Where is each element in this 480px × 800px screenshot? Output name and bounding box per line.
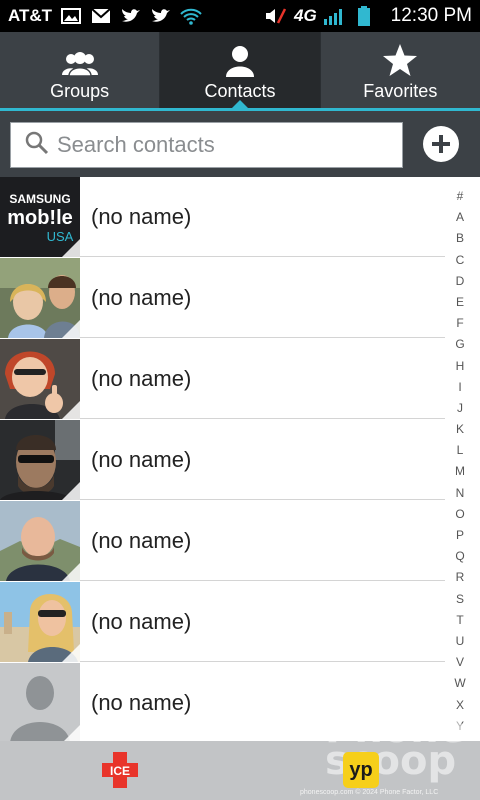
- search-field[interactable]: [10, 122, 403, 168]
- carrier-label: AT&T: [8, 6, 53, 25]
- avatar-corner: [62, 724, 80, 743]
- status-bar: AT&T 4G 12:30 PM: [0, 0, 480, 32]
- index-letter[interactable]: A: [448, 207, 472, 228]
- watermark-footer: phonescoop.com © 2024 Phone Factor, LLC: [300, 789, 439, 796]
- gallery-icon: [60, 7, 82, 25]
- contact-row[interactable]: (no name): [0, 581, 445, 662]
- index-letter[interactable]: W: [448, 673, 472, 694]
- star-icon: [382, 39, 418, 77]
- contact-row[interactable]: (no name): [0, 338, 445, 419]
- alphabet-index[interactable]: # A B C D E F G H I J K L M N O P Q R S …: [448, 186, 472, 737]
- search-icon: [25, 131, 49, 160]
- contact-list: SAMSUNG mob!le USA (no name) (no name) (…: [0, 176, 480, 743]
- yellow-pages-button[interactable]: yp: [343, 752, 379, 788]
- avatar-corner: [62, 562, 80, 581]
- ice-label: ICE: [110, 764, 130, 778]
- index-letter[interactable]: F: [448, 313, 472, 334]
- contact-name: (no name): [91, 608, 192, 634]
- contact-name: (no name): [91, 203, 192, 229]
- clock: 12:30 PM: [390, 5, 472, 26]
- yp-label: yp: [349, 758, 373, 781]
- signal-icon: [323, 7, 345, 25]
- index-letter[interactable]: O: [448, 504, 472, 525]
- index-letter[interactable]: I: [448, 377, 472, 398]
- index-letter[interactable]: H: [448, 356, 472, 377]
- index-letter[interactable]: #: [448, 186, 472, 207]
- index-letter[interactable]: T: [448, 610, 472, 631]
- tab-bar: Groups Contacts Favorites: [0, 32, 480, 109]
- contact-name: (no name): [91, 527, 192, 553]
- avatar: [0, 419, 80, 500]
- twitter-icon: [120, 7, 142, 25]
- contact-name: (no name): [91, 689, 192, 715]
- twitter-icon: [150, 7, 172, 25]
- tab-groups-label: Groups: [50, 80, 110, 101]
- tab-favorites-label: Favorites: [363, 80, 438, 101]
- index-letter[interactable]: R: [448, 567, 472, 588]
- index-letter[interactable]: V: [448, 652, 472, 673]
- index-letter[interactable]: U: [448, 631, 472, 652]
- index-letter[interactable]: B: [448, 228, 472, 249]
- index-letter[interactable]: K: [448, 419, 472, 440]
- index-letter[interactable]: L: [448, 440, 472, 461]
- avatar: [0, 662, 80, 743]
- avatar: [0, 500, 80, 581]
- avatar: [0, 257, 80, 338]
- ice-cross-icon: ICE: [102, 752, 138, 788]
- plus-icon: [432, 135, 450, 153]
- contact-name: (no name): [91, 446, 192, 472]
- index-letter[interactable]: E: [448, 292, 472, 313]
- gmail-icon: [90, 7, 112, 25]
- network-type-label: 4G: [293, 6, 317, 25]
- contact-name: (no name): [91, 365, 192, 391]
- index-letter[interactable]: D: [448, 271, 472, 292]
- contact-row[interactable]: (no name): [0, 500, 445, 581]
- search-input[interactable]: [57, 132, 357, 158]
- tab-contacts[interactable]: Contacts: [160, 32, 321, 109]
- contact-name: (no name): [91, 284, 192, 310]
- avatar-corner: [62, 319, 80, 338]
- index-letter[interactable]: N: [448, 483, 472, 504]
- ice-button[interactable]: ICE: [102, 752, 138, 788]
- avatar-corner: [62, 238, 80, 257]
- index-letter[interactable]: C: [448, 250, 472, 271]
- samsung-logo-line1: SAMSUNG: [9, 192, 70, 206]
- index-letter[interactable]: G: [448, 334, 472, 355]
- index-letter[interactable]: S: [448, 589, 472, 610]
- avatar: [0, 338, 80, 419]
- contact-row[interactable]: (no name): [0, 257, 445, 338]
- tab-contacts-label: Contacts: [204, 80, 276, 101]
- mute-icon: [264, 7, 286, 25]
- index-letter[interactable]: J: [448, 398, 472, 419]
- index-letter[interactable]: M: [448, 461, 472, 482]
- avatar-corner: [62, 400, 80, 419]
- avatar: SAMSUNG mob!le USA: [0, 176, 80, 257]
- index-letter[interactable]: P: [448, 525, 472, 546]
- groups-icon: [59, 39, 101, 77]
- samsung-logo-line2: mob!le: [7, 207, 73, 229]
- tab-groups[interactable]: Groups: [0, 32, 161, 108]
- avatar-corner: [62, 481, 80, 500]
- avatar-corner: [62, 643, 80, 662]
- tab-favorites[interactable]: Favorites: [321, 32, 480, 108]
- contact-row[interactable]: (no name): [0, 419, 445, 500]
- person-icon: [225, 39, 255, 77]
- battery-icon: [353, 6, 375, 26]
- index-letter[interactable]: Q: [448, 546, 472, 567]
- add-contact-button[interactable]: [423, 126, 459, 162]
- avatar: [0, 581, 80, 662]
- search-bar: [0, 111, 480, 177]
- contact-row[interactable]: SAMSUNG mob!le USA (no name): [0, 176, 445, 257]
- wifi-icon: [180, 7, 202, 25]
